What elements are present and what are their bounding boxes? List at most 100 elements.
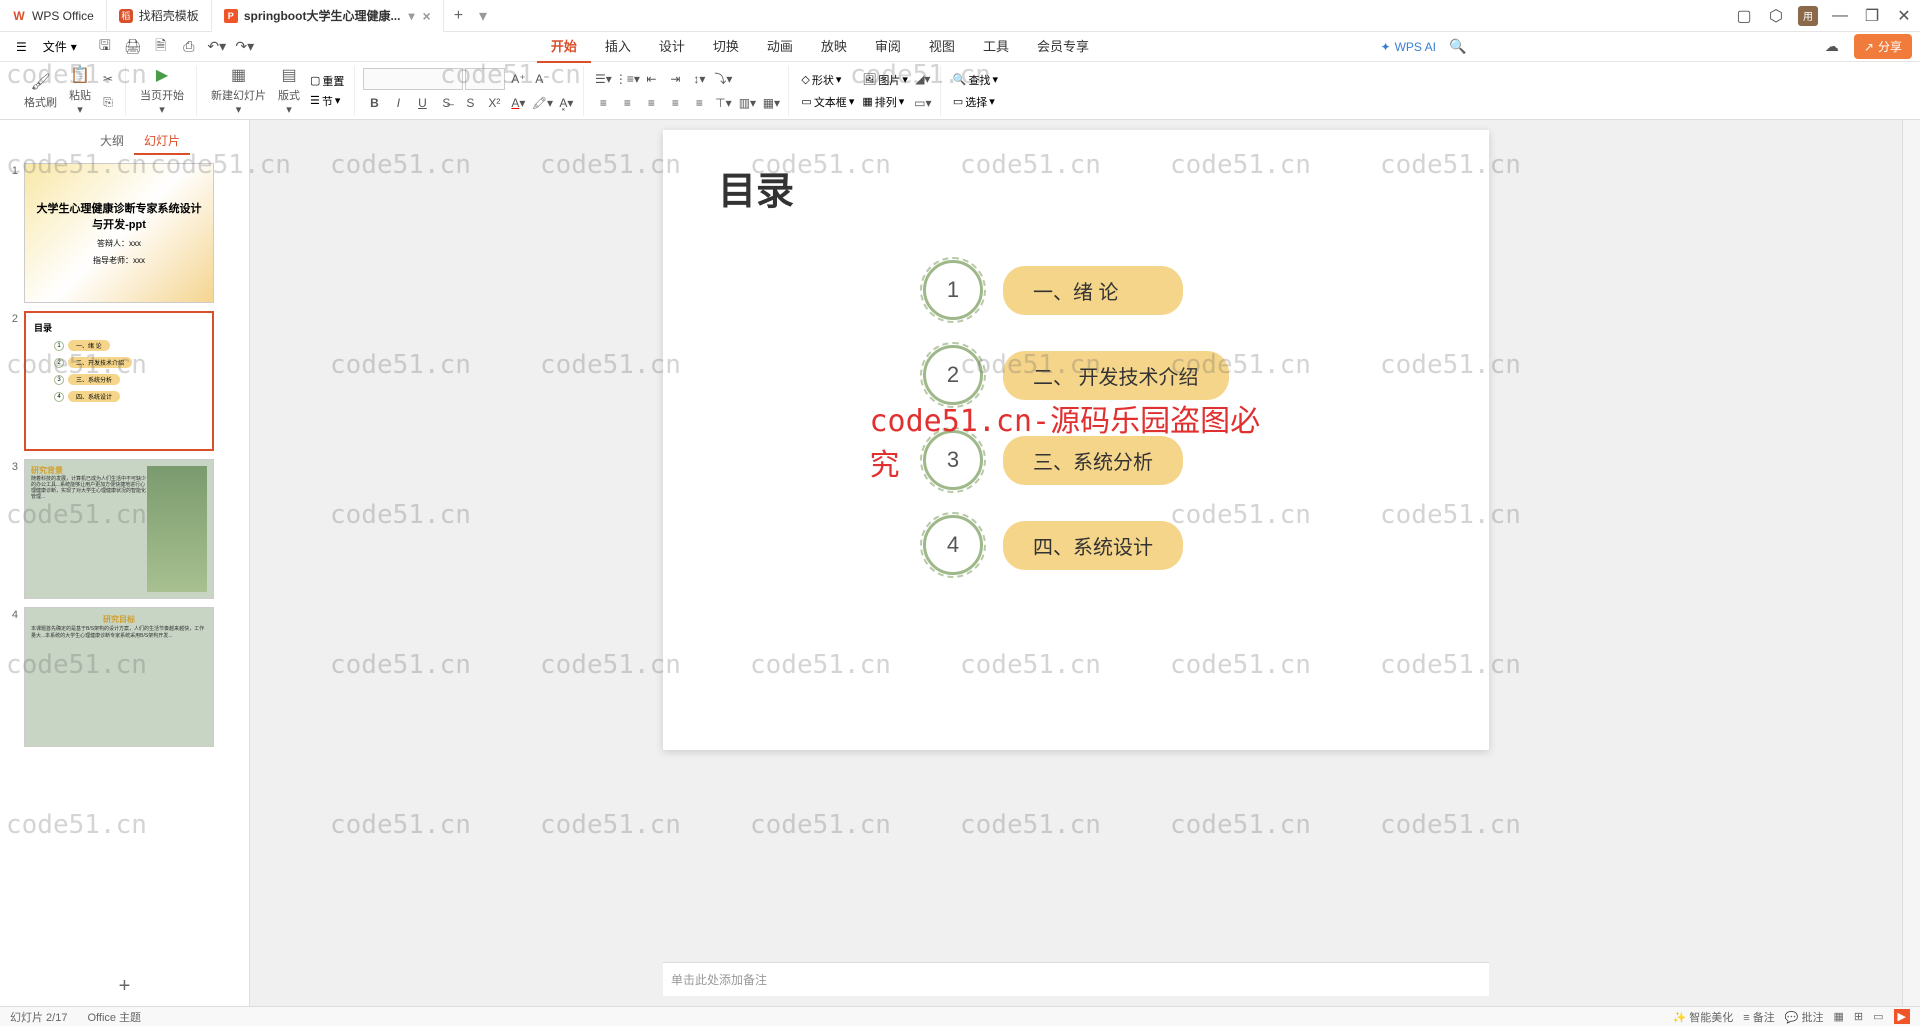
section-button[interactable]: ☰ 节▾ <box>306 91 348 111</box>
maximize-icon[interactable]: ❐ <box>1856 0 1888 32</box>
text-direction-icon[interactable]: ⤵▾ <box>712 68 734 90</box>
menu-tab-view[interactable]: 视图 <box>915 30 969 63</box>
share-button[interactable]: ↗分享 <box>1854 34 1912 59</box>
outline-icon[interactable]: ▭▾ <box>912 92 934 114</box>
convert-icon[interactable]: ▦▾ <box>760 92 782 114</box>
export-icon[interactable]: ⎙ <box>177 35 201 59</box>
cut-icon[interactable]: ✂ <box>97 68 119 90</box>
view-sorter-icon[interactable]: ⊞ <box>1854 1010 1863 1023</box>
menu-tab-start[interactable]: 开始 <box>537 30 591 63</box>
new-slide-button[interactable]: ▦新建幻灯片▾ <box>205 63 272 118</box>
thumbnails-list[interactable]: 1 大学生心理健康诊断专家系统设计与开发-ppt 答辩人：xxx 指导老师：xx… <box>0 155 249 967</box>
slide-canvas[interactable]: 目录 1 一、绪 论 2 二、 开发技术介绍 3 三、系统分析 4 四、系统设计… <box>663 130 1489 750</box>
menu-tab-slideshow[interactable]: 放映 <box>807 30 861 63</box>
align-left-icon[interactable]: ≡ <box>592 92 614 114</box>
panel-tab-slides[interactable]: 幻灯片 <box>134 128 190 155</box>
shadow-icon[interactable]: S <box>459 92 481 114</box>
comments-toggle[interactable]: 💬 批注 <box>1785 1009 1824 1025</box>
add-tab-button[interactable]: + <box>444 7 473 25</box>
increase-indent-icon[interactable]: ⇥ <box>664 68 686 90</box>
menu-tab-tools[interactable]: 工具 <box>969 30 1023 63</box>
numbering-icon[interactable]: ⋮≡▾ <box>616 68 638 90</box>
font-color-icon[interactable]: A▾ <box>507 92 529 114</box>
align-right-icon[interactable]: ≡ <box>640 92 662 114</box>
notes-toggle[interactable]: ≡ 备注 <box>1743 1009 1774 1025</box>
copy-icon[interactable]: ⎘ <box>97 92 119 114</box>
bullets-icon[interactable]: ☰▾ <box>592 68 614 90</box>
layout-button[interactable]: ▤版式▾ <box>272 63 306 118</box>
from-current-button[interactable]: ▶当页开始▾ <box>134 63 190 118</box>
redo-icon[interactable]: ↷▾ <box>233 35 257 59</box>
beautify-button[interactable]: ✨ 智能美化 <box>1672 1009 1733 1025</box>
increase-font-icon[interactable]: A⁺ <box>507 68 529 90</box>
print-icon[interactable]: 🖨 <box>121 35 145 59</box>
undo-icon[interactable]: ↶▾ <box>205 35 229 59</box>
wps-ai-button[interactable]: ✦WPS AI <box>1381 40 1436 54</box>
shape-button[interactable]: ◇ 形状▾ <box>797 70 858 90</box>
add-slide-button[interactable]: + <box>0 967 249 1006</box>
clear-format-icon[interactable]: A͓▾ <box>555 92 577 114</box>
view-reading-icon[interactable]: ▭ <box>1873 1010 1883 1023</box>
save-icon[interactable]: 🖫 <box>93 35 117 59</box>
textbox-button[interactable]: ▭ 文本框▾ <box>797 92 858 112</box>
right-sidebar[interactable] <box>1902 120 1920 1006</box>
notes-area[interactable]: 单击此处添加备注 <box>663 962 1489 996</box>
select-button[interactable]: ▭ 选择▾ <box>949 92 1002 112</box>
menu-tab-transition[interactable]: 切换 <box>699 30 753 63</box>
font-size-select[interactable] <box>465 68 505 90</box>
underline-icon[interactable]: U <box>411 92 433 114</box>
align-center-icon[interactable]: ≡ <box>616 92 638 114</box>
view-slideshow-icon[interactable]: ▶ <box>1894 1009 1910 1024</box>
italic-icon[interactable]: I <box>387 92 409 114</box>
app-tab-wps[interactable]: W WPS Office <box>0 0 107 32</box>
app-tab-template[interactable]: 稻 找稻壳模板 <box>107 0 212 32</box>
tab-menu-icon[interactable]: ▾ <box>408 9 414 23</box>
menu-tab-member[interactable]: 会员专享 <box>1023 30 1103 63</box>
cloud-icon[interactable]: ☁ <box>1820 35 1844 59</box>
avatar-icon[interactable]: 用 <box>1798 6 1818 26</box>
arrange-button[interactable]: ▦ 排列▾ <box>858 92 912 112</box>
thumbnail-2[interactable]: 目录 1一、绪 论 2二、开发技术介绍 3三、系统分析 4四、系统设计 <box>24 311 214 451</box>
paste-button[interactable]: 📋粘贴▾ <box>63 63 97 118</box>
font-select[interactable] <box>363 68 463 90</box>
find-button[interactable]: 🔍 查找▾ <box>949 70 1002 90</box>
toc-item-1[interactable]: 1 一、绪 论 <box>923 260 1183 320</box>
picture-button[interactable]: 🖼 图片▾ <box>858 70 912 90</box>
superscript-icon[interactable]: X² <box>483 92 505 114</box>
highlight-icon[interactable]: 🖍▾ <box>531 92 553 114</box>
hamburger-icon[interactable]: ☰ <box>8 36 35 58</box>
align-top-icon[interactable]: ⊤▾ <box>712 92 734 114</box>
app-tab-document[interactable]: P springboot大学生心理健康... ▾ × <box>212 0 444 32</box>
search-icon[interactable]: 🔍 <box>1446 35 1470 59</box>
decrease-font-icon[interactable]: A⁻ <box>531 68 553 90</box>
fill-icon[interactable]: ◢▾ <box>912 68 934 90</box>
strikethrough-icon[interactable]: S̶ <box>435 92 457 114</box>
menu-tab-insert[interactable]: 插入 <box>591 30 645 63</box>
justify-icon[interactable]: ≡ <box>664 92 686 114</box>
line-spacing-icon[interactable]: ↕▾ <box>688 68 710 90</box>
app-center-icon[interactable]: ⬡ <box>1760 0 1792 32</box>
thumbnail-3[interactable]: 研究背景随着科技的发展，计算机已成为人们生活中不可缺少的办公工具...系统能够让… <box>24 459 214 599</box>
format-painter-button[interactable]: 🖌格式刷 <box>18 70 63 112</box>
file-menu[interactable]: 文件▾ <box>35 34 85 59</box>
reset-button[interactable]: ▢ 重置 <box>306 71 348 91</box>
close-icon[interactable]: × <box>423 8 431 24</box>
menu-tab-animation[interactable]: 动画 <box>753 30 807 63</box>
panel-tab-outline[interactable]: 大纲 <box>90 128 134 155</box>
canvas-area[interactable]: 目录 1 一、绪 论 2 二、 开发技术介绍 3 三、系统分析 4 四、系统设计… <box>250 120 1902 1006</box>
slide-title[interactable]: 目录 <box>718 160 794 215</box>
decrease-indent-icon[interactable]: ⇤ <box>640 68 662 90</box>
columns-icon[interactable]: ▥▾ <box>736 92 758 114</box>
tab-overflow-icon[interactable]: ▾ <box>473 6 493 26</box>
thumbnail-4[interactable]: 研究目标本课题首先确定的是基于B/S架构的设计方案，人们的生活节奏越来越快，工作… <box>24 607 214 747</box>
menu-tab-design[interactable]: 设计 <box>645 30 699 63</box>
bold-icon[interactable]: B <box>363 92 385 114</box>
window-mode-icon[interactable]: ▢ <box>1728 0 1760 32</box>
print-preview-icon[interactable]: 🗎 <box>149 35 173 59</box>
toc-item-4[interactable]: 4 四、系统设计 <box>923 515 1183 575</box>
view-normal-icon[interactable]: ▦ <box>1834 1010 1844 1023</box>
distribute-icon[interactable]: ≡ <box>688 92 710 114</box>
close-window-icon[interactable]: ✕ <box>1888 0 1920 32</box>
minimize-icon[interactable]: — <box>1824 0 1856 32</box>
thumbnail-1[interactable]: 大学生心理健康诊断专家系统设计与开发-ppt 答辩人：xxx 指导老师：xxx <box>24 163 214 303</box>
